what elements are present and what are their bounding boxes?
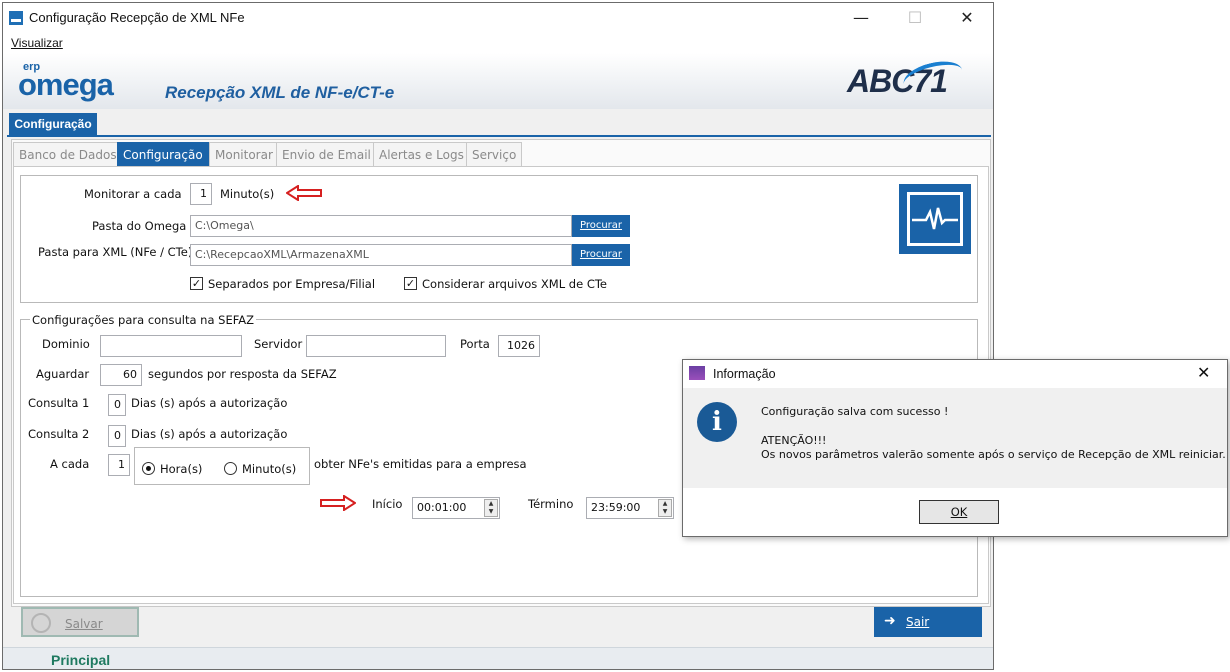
status-bar: Principal	[3, 647, 993, 669]
information-icon: i	[697, 402, 737, 442]
pasta-omega-label: Pasta do Omega	[92, 219, 187, 233]
aguardar-input[interactable]: 60	[100, 364, 142, 386]
termino-label: Término	[528, 497, 574, 511]
title-bar: Configuração Recepção de XML NFe — ☐ ✕	[3, 3, 993, 33]
dialog-message-line1: Configuração salva com sucesso !	[761, 405, 949, 418]
porta-label: Porta	[460, 337, 490, 351]
app-subtitle: Recepção XML de NF-e/CT-e	[165, 83, 395, 102]
annotation-arrow-left-icon	[286, 185, 322, 201]
servidor-input[interactable]	[306, 335, 446, 357]
aguardar-suffix: segundos por resposta da SEFAZ	[148, 367, 337, 381]
dialog-title: Informação	[713, 367, 776, 381]
procurar-omega-button[interactable]: Procurar	[572, 215, 630, 237]
minuto-radio[interactable]	[224, 462, 237, 475]
pasta-xml-label: Pasta para XML (NFe / CTe)	[38, 245, 193, 259]
maximize-button[interactable]: ☐	[895, 7, 935, 31]
menu-bar: Visualizar	[3, 33, 993, 53]
hora-label: Hora(s)	[160, 462, 203, 476]
separados-checkbox[interactable]: ✓	[190, 277, 203, 290]
procurar-xml-button[interactable]: Procurar	[572, 244, 630, 266]
monitor-frame	[907, 192, 963, 246]
tab-alertas-e-logs[interactable]: Alertas e Logs	[373, 142, 470, 166]
dialog-message-line2: ATENÇÃO!!!	[761, 434, 827, 447]
porta-input[interactable]: 1026	[498, 335, 540, 357]
pasta-xml-input[interactable]: C:\RecepcaoXML\ArmazenaXML	[190, 244, 572, 266]
inicio-label: Início	[372, 497, 403, 511]
minimize-button[interactable]: —	[841, 7, 881, 31]
pasta-omega-input[interactable]: C:\Omega\	[190, 215, 572, 237]
dominio-label: Dominio	[42, 337, 90, 351]
monitor-label: Monitorar a cada	[84, 187, 182, 201]
hora-radio[interactable]	[142, 462, 155, 475]
sair-label: Sair	[906, 615, 930, 629]
monitor-heartbeat-icon	[899, 184, 971, 254]
salvar-button[interactable]: Salvar	[21, 607, 139, 637]
consulta2-suffix: Dias (s) após a autorização	[131, 427, 288, 441]
salvar-icon	[31, 613, 51, 633]
exit-icon: ➜	[884, 613, 896, 629]
monitor-interval-input[interactable]: 1	[190, 183, 212, 205]
tab-banco-de-dados[interactable]: Banco de Dados	[13, 142, 123, 166]
dialog-body: i Configuração salva com sucesso ! ATENÇ…	[683, 388, 1227, 488]
info-dialog: Informação ✕ i Configuração salva com su…	[682, 359, 1228, 537]
header-banner: erp omega Recepção XML de NF-e/CT-e ABC7…	[3, 53, 993, 109]
separados-label: Separados por Empresa/Filial	[208, 277, 376, 291]
ok-label: OK	[950, 505, 968, 519]
consulta1-suffix: Dias (s) após a autorização	[131, 396, 288, 410]
monitor-unit-label: Minuto(s)	[220, 187, 275, 201]
acada-label: A cada	[50, 457, 90, 471]
dominio-input[interactable]	[100, 335, 242, 357]
ribbon-divider	[7, 135, 991, 137]
menu-visualizar[interactable]: Visualizar	[11, 36, 63, 50]
tab-monitorar[interactable]: Monitorar	[209, 142, 279, 166]
minuto-label: Minuto(s)	[242, 462, 297, 476]
dialog-app-icon	[689, 366, 705, 380]
app-icon	[9, 11, 23, 25]
termino-spinner-icon[interactable]: ▲ ▼	[658, 499, 672, 517]
ok-button[interactable]: OK	[919, 500, 999, 524]
status-principal: Principal	[51, 652, 111, 668]
dialog-title-bar: Informação ✕	[683, 360, 1227, 388]
sefaz-group-title: Configurações para consulta na SEFAZ	[30, 313, 257, 327]
aguardar-label: Aguardar	[36, 367, 90, 381]
obter-nfe-label: obter NFe's emitidas para a empresa	[314, 457, 527, 471]
main-window: Configuração Recepção de XML NFe — ☐ ✕ V…	[2, 2, 994, 670]
considerar-cte-checkbox[interactable]: ✓	[404, 277, 417, 290]
window-title: Configuração Recepção de XML NFe	[29, 10, 245, 25]
consulta2-label: Consulta 2	[28, 427, 90, 441]
dialog-footer: OK	[683, 488, 1227, 536]
ribbon-tab-configuracao[interactable]: Configuração	[9, 113, 97, 135]
consulta1-input[interactable]: 0	[108, 394, 126, 416]
annotation-arrow-right-icon	[320, 495, 356, 511]
dialog-close-button[interactable]: ✕	[1197, 363, 1210, 382]
considerar-cte-label: Considerar arquivos XML de CTe	[422, 277, 607, 291]
consulta2-input[interactable]: 0	[108, 425, 126, 447]
menu-visualizar-label: Visualizar	[11, 36, 63, 50]
consulta1-label: Consulta 1	[28, 396, 90, 410]
servidor-label: Servidor	[254, 337, 303, 351]
salvar-label: Salvar	[65, 617, 103, 631]
tab-configuracao[interactable]: Configuração	[117, 142, 209, 166]
omega-logo: omega	[18, 67, 114, 102]
acada-input[interactable]: 1	[108, 454, 130, 476]
tab-servico[interactable]: Serviço	[466, 142, 523, 166]
heartbeat-line-icon	[912, 207, 958, 230]
sair-button[interactable]: ➜ Sair	[874, 607, 982, 637]
close-button[interactable]: ✕	[947, 7, 987, 31]
tab-envio-de-email[interactable]: Envio de Email	[276, 142, 377, 166]
inicio-spinner-icon[interactable]: ▲ ▼	[484, 499, 498, 517]
dialog-message-line3: Os novos parâmetros valerão somente após…	[761, 448, 1226, 461]
